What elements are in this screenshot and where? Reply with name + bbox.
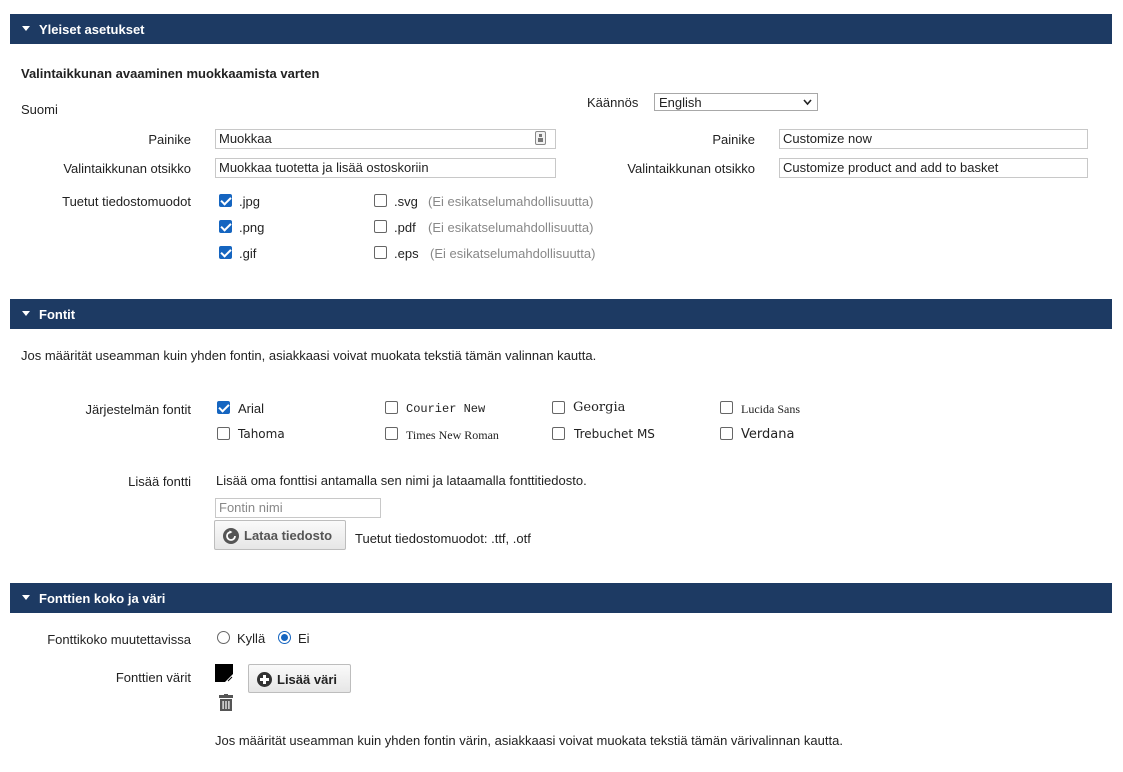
add-color-label: Lisää väri xyxy=(277,672,337,687)
format-label-pdf: .pdf xyxy=(394,220,416,235)
system-fonts-label: Järjestelmän fontit xyxy=(85,402,192,417)
collapse-triangle-icon xyxy=(22,595,30,600)
upload-file-button[interactable]: Lataa tiedosto xyxy=(214,520,346,550)
format-label-gif: .gif xyxy=(239,246,257,261)
font-label-tahoma: Tahoma xyxy=(238,427,285,441)
font-checkbox-verdana[interactable] xyxy=(720,427,733,440)
font-label-courier-new: Courier New xyxy=(406,402,486,416)
section-title: Fonttien koko ja väri xyxy=(39,591,166,606)
section-header-fonts[interactable]: Fontit xyxy=(10,299,1112,329)
font-checkbox-trebuchet-ms[interactable] xyxy=(552,427,565,440)
add-color-button[interactable]: Lisää väri xyxy=(248,664,351,693)
size-radio-yes-label: Kyllä xyxy=(237,631,266,646)
font-name-input[interactable]: Fontin nimi xyxy=(215,498,381,518)
format-label-jpg: .jpg xyxy=(239,194,260,209)
font-label-verdana: Verdana xyxy=(741,427,795,442)
plus-circle-icon xyxy=(257,672,272,687)
size-changeable-label: Fonttikoko muutettavissa xyxy=(47,632,191,647)
translation-select[interactable]: English xyxy=(654,93,818,111)
font-label-lucida-sans: Lucida Sans xyxy=(741,402,800,416)
dialog-title-label-fi: Valintaikkunan otsikko xyxy=(63,161,191,176)
section-title: Fontit xyxy=(39,307,76,322)
translation-select-value: English xyxy=(659,95,702,110)
format-checkbox-png[interactable] xyxy=(219,220,232,233)
format-checkbox-jpg[interactable] xyxy=(219,194,232,207)
font-checkbox-lucida-sans[interactable] xyxy=(720,401,733,414)
dialog-title-label-en: Valintaikkunan otsikko xyxy=(627,161,755,176)
formats-label: Tuetut tiedostomuodot xyxy=(62,194,191,209)
size-radio-no-label: Ei xyxy=(298,631,310,646)
section-header-size-color[interactable]: Fonttien koko ja väri xyxy=(10,583,1112,613)
dialog-title-input-en[interactable]: Customize product and add to basket xyxy=(779,158,1088,178)
format-label-eps: .eps xyxy=(394,246,419,261)
font-checkbox-courier-new[interactable] xyxy=(385,401,398,414)
format-note-svg: (Ei esikatselumahdollisuutta) xyxy=(428,194,594,209)
font-checkbox-times-new-roman[interactable] xyxy=(385,427,398,440)
dialog-subtitle: Valintaikkunan avaaminen muokkaamista va… xyxy=(21,66,320,81)
format-checkbox-eps[interactable] xyxy=(374,246,387,259)
dialog-title-input-fi[interactable]: Muokkaa tuotetta ja lisää ostoskoriin xyxy=(215,158,556,178)
button-label-fi: Painike xyxy=(148,132,191,147)
font-colors-label: Fonttien värit xyxy=(115,670,191,685)
upload-formats-text: Tuetut tiedostomuodot: .ttf, .otf xyxy=(355,531,531,546)
language-label: Suomi xyxy=(21,102,58,117)
size-radio-no[interactable] xyxy=(278,631,291,644)
button-text-input-en[interactable]: Customize now xyxy=(779,129,1088,149)
color-swatch[interactable] xyxy=(215,664,233,682)
trash-icon[interactable] xyxy=(218,694,234,712)
add-font-label: Lisää fontti xyxy=(128,474,191,489)
format-checkbox-svg[interactable] xyxy=(374,194,387,207)
format-checkbox-gif[interactable] xyxy=(219,246,232,259)
button-text-input-fi[interactable]: Muokkaa xyxy=(215,129,556,149)
upload-button-label: Lataa tiedosto xyxy=(244,528,333,543)
upload-icon xyxy=(223,528,239,544)
format-checkbox-pdf[interactable] xyxy=(374,220,387,233)
font-label-trebuchet-ms: Trebuchet MS xyxy=(574,427,655,441)
translation-label: Käännös xyxy=(587,95,639,110)
edit-corner-icon xyxy=(225,674,233,682)
font-checkbox-tahoma[interactable] xyxy=(217,427,230,440)
format-note-eps: (Ei esikatselumahdollisuutta) xyxy=(430,246,596,261)
font-label-arial: Arial xyxy=(238,401,265,416)
font-checkbox-arial[interactable] xyxy=(217,401,230,414)
section-title: Yleiset asetukset xyxy=(39,22,145,37)
add-font-help: Lisää oma fonttisi antamalla sen nimi ja… xyxy=(216,473,587,488)
collapse-triangle-icon xyxy=(22,26,30,31)
font-checkbox-georgia[interactable] xyxy=(552,401,565,414)
collapse-triangle-icon xyxy=(22,311,30,316)
button-label-en: Painike xyxy=(712,132,755,147)
font-label-georgia: Georgia xyxy=(573,400,626,415)
font-label-times-new-roman: Times New Roman xyxy=(406,428,499,442)
fonts-intro-text: Jos määrität useamman kuin yhden fontin,… xyxy=(21,348,597,363)
color-note-text: Jos määrität useamman kuin yhden fontin … xyxy=(215,733,843,748)
size-radio-yes[interactable] xyxy=(217,631,230,644)
section-header-general[interactable]: Yleiset asetukset xyxy=(10,14,1112,44)
format-note-pdf: (Ei esikatselumahdollisuutta) xyxy=(428,220,594,235)
chevron-down-icon xyxy=(803,99,812,106)
input-helper-icon[interactable] xyxy=(535,131,546,145)
format-label-svg: .svg xyxy=(394,194,418,209)
format-label-png: .png xyxy=(239,220,265,235)
